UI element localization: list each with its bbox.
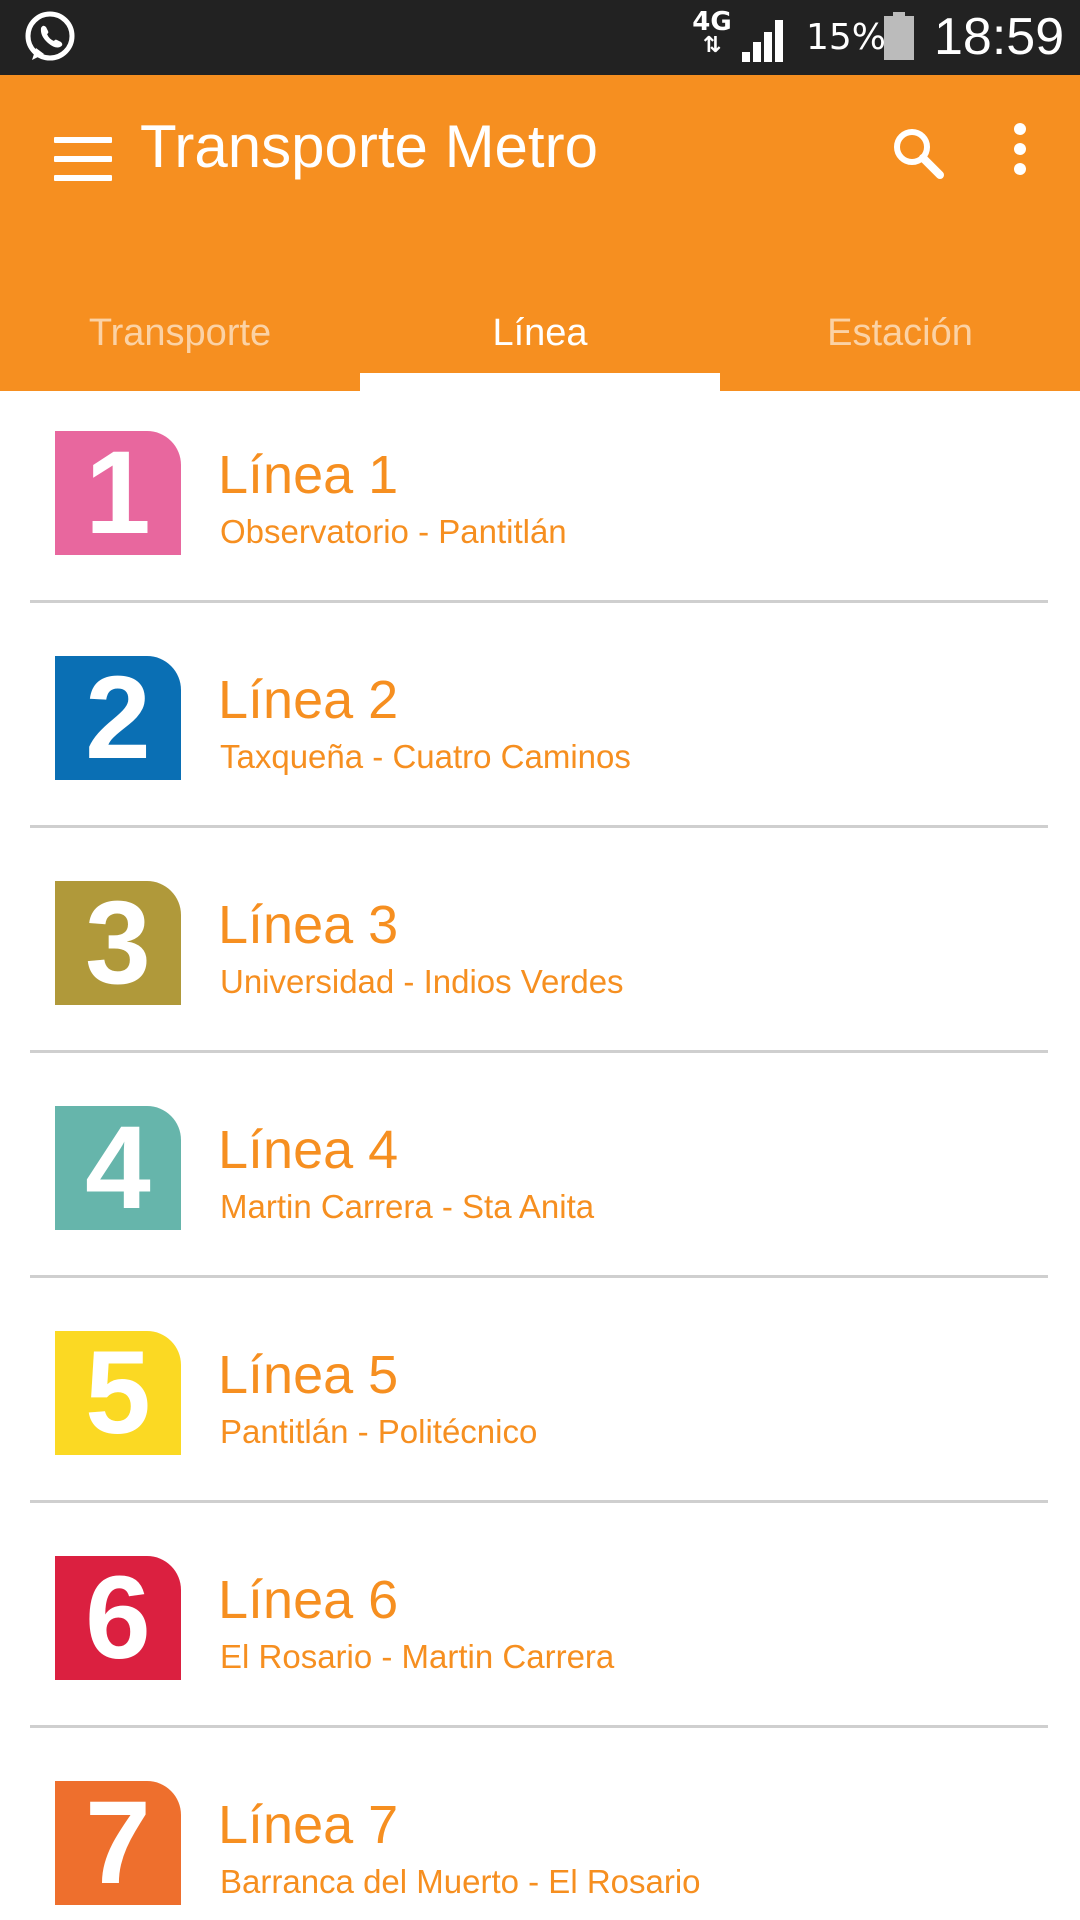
line-5-logo: 5 — [55, 1331, 181, 1455]
line-title: Línea 7 — [218, 1795, 399, 1855]
list-item-linea-7[interactable]: 7 Línea 7 Barranca del Muerto - El Rosar… — [0, 1701, 1080, 1920]
line-title: Línea 1 — [218, 445, 399, 505]
list-item-linea-4[interactable]: 4 Línea 4 Martin Carrera - Sta Anita — [0, 1026, 1080, 1278]
battery-percent: 15% — [806, 17, 887, 58]
clock: 18:59 — [934, 8, 1065, 66]
line-6-logo: 6 — [55, 1556, 181, 1680]
line-title: Línea 4 — [218, 1120, 399, 1180]
list-item-linea-6[interactable]: 6 Línea 6 El Rosario - Martin Carrera — [0, 1476, 1080, 1728]
signal-icon — [742, 20, 783, 62]
line-4-logo: 4 — [55, 1106, 181, 1230]
line-1-logo: 1 — [55, 431, 181, 555]
line-route: Universidad - Indios Verdes — [220, 963, 624, 1000]
more-options-icon[interactable] — [1000, 123, 1040, 183]
list-item-linea-5[interactable]: 5 Línea 5 Pantitlán - Politécnico — [0, 1251, 1080, 1503]
list-item-linea-3[interactable]: 3 Línea 3 Universidad - Indios Verdes — [0, 801, 1080, 1053]
network-type: 4G ⇅ — [690, 9, 734, 58]
tab-estacion[interactable]: Estación — [720, 275, 1080, 391]
line-title: Línea 2 — [218, 670, 399, 730]
active-tab-indicator — [360, 373, 720, 391]
line-route: Martin Carrera - Sta Anita — [220, 1188, 595, 1225]
line-7-logo: 7 — [55, 1781, 181, 1905]
app-title: Transporte Metro — [140, 113, 598, 180]
app-bar: Transporte Metro Transporte Línea Estaci… — [0, 75, 1080, 391]
line-2-logo: 2 — [55, 656, 181, 780]
list-item-linea-1[interactable]: 1 Línea 1 Observatorio - Pantitlán — [0, 391, 1080, 603]
tab-transporte[interactable]: Transporte — [0, 275, 360, 391]
metro-lines-list: 1 Línea 1 Observatorio - Pantitlán 2 Lín… — [0, 391, 1080, 1920]
line-route: El Rosario - Martin Carrera — [220, 1638, 615, 1675]
line-3-logo: 3 — [55, 881, 181, 1005]
hamburger-menu-icon[interactable] — [54, 137, 112, 181]
line-route: Barranca del Muerto - El Rosario — [220, 1863, 701, 1900]
line-route: Taxqueña - Cuatro Caminos — [220, 738, 631, 775]
list-item-linea-2[interactable]: 2 Línea 2 Taxqueña - Cuatro Caminos — [0, 576, 1080, 828]
line-title: Línea 6 — [218, 1570, 399, 1630]
battery-icon — [884, 12, 914, 60]
search-icon[interactable] — [888, 123, 948, 183]
data-activity-icon: ⇅ — [702, 33, 722, 58]
line-route: Pantitlán - Politécnico — [220, 1413, 538, 1450]
line-title: Línea 3 — [218, 895, 399, 955]
line-title: Línea 5 — [218, 1345, 399, 1405]
status-bar: 4G ⇅ 15% 18:59 — [0, 0, 1080, 75]
whatsapp-icon — [25, 11, 75, 61]
line-route: Observatorio - Pantitlán — [220, 513, 567, 550]
